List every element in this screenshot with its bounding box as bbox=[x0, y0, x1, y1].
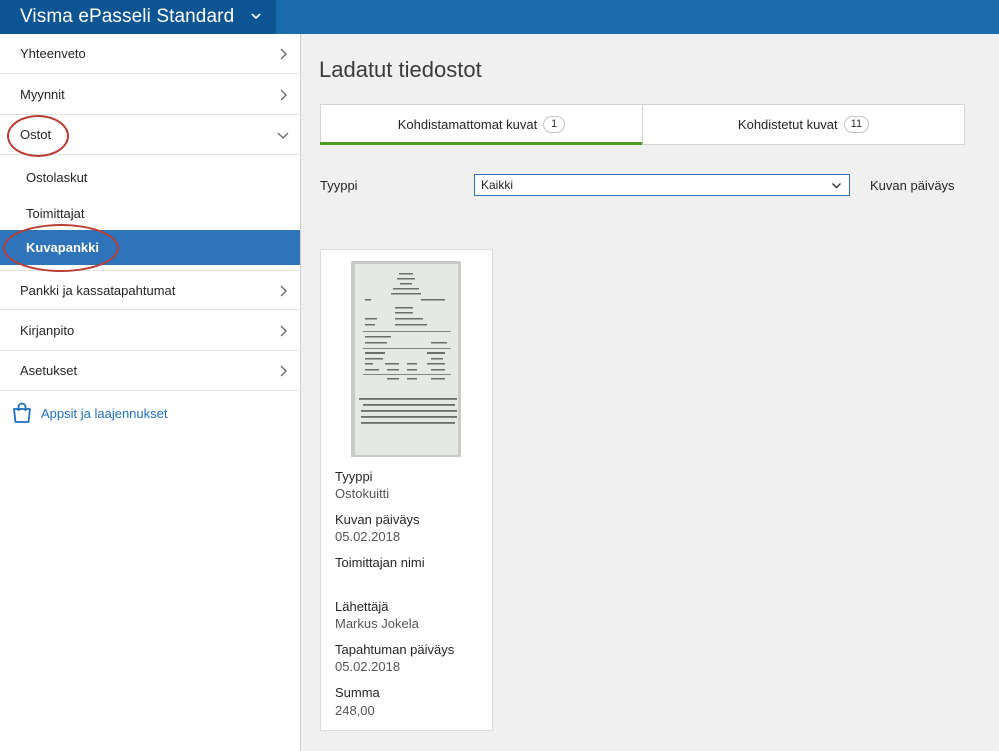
apps-link-label: Appsit ja laajennukset bbox=[41, 405, 168, 421]
type-filter-select[interactable]: Kaikki bbox=[474, 174, 850, 196]
chevron-right-icon bbox=[280, 365, 287, 377]
image-date-filter-label: Kuvan päiväys bbox=[870, 178, 955, 193]
card-type-value: Ostokuitti bbox=[335, 486, 390, 501]
sidebar-item-label: Pankki ja kassatapahtumat bbox=[20, 282, 176, 298]
receipt-thumbnail-graphic bbox=[351, 261, 461, 457]
sidebar: Yhteenveto Myynnit Ostot Ostolaskut Toim… bbox=[0, 34, 301, 751]
card-image-date-label: Kuvan päiväys bbox=[335, 512, 420, 527]
sidebar-item-kirjanpito[interactable]: Kirjanpito bbox=[0, 311, 300, 351]
apps-and-extensions-link[interactable]: Appsit ja laajennukset bbox=[12, 400, 167, 426]
chevron-right-icon bbox=[280, 48, 287, 60]
card-amount-value: 248,00 bbox=[335, 703, 375, 718]
sidebar-item-myynnit[interactable]: Myynnit bbox=[0, 75, 300, 115]
card-amount-label: Summa bbox=[335, 685, 380, 700]
sidebar-item-label: Ostot bbox=[20, 127, 52, 142]
sidebar-item-label: Myynnit bbox=[20, 87, 65, 102]
chevron-down-icon bbox=[277, 132, 289, 139]
chevron-down-icon bbox=[832, 183, 841, 189]
sidebar-subitem-label: Kuvapankki bbox=[26, 240, 99, 255]
card-transaction-date-label: Tapahtuman päiväys bbox=[335, 642, 455, 657]
card-sender-value: Markus Jokela bbox=[335, 616, 419, 631]
receipt-thumbnail bbox=[351, 261, 461, 457]
tab-unallocated-images[interactable]: Kohdistamattomat kuvat 1 bbox=[320, 105, 642, 145]
count-badge: 11 bbox=[843, 116, 870, 133]
card-type-label: Tyyppi bbox=[335, 469, 373, 484]
chevron-right-icon bbox=[280, 325, 287, 337]
card-sender-label: Lähettäjä bbox=[335, 599, 389, 614]
tab-label: Kohdistamattomat kuvat bbox=[397, 117, 538, 132]
type-filter-value: Kaikki bbox=[481, 178, 514, 192]
tab-label: Kohdistetut kuvat bbox=[737, 117, 838, 132]
sidebar-subitem-label: Toimittajat bbox=[26, 205, 85, 221]
card-supplier-label: Toimittajan nimi bbox=[335, 555, 425, 570]
sidebar-item-asetukset[interactable]: Asetukset bbox=[0, 351, 300, 391]
image-card[interactable]: Tyyppi Ostokuitti Kuvan päiväys 05.02.20… bbox=[320, 249, 493, 731]
card-image-date-value: 05.02.2018 bbox=[335, 529, 401, 544]
shopping-bag-icon bbox=[13, 402, 31, 423]
sidebar-item-label: Kirjanpito bbox=[20, 323, 75, 338]
sidebar-item-ostot[interactable]: Ostot bbox=[0, 115, 300, 155]
sidebar-item-pankki[interactable]: Pankki ja kassatapahtumat bbox=[0, 270, 300, 310]
app-title: Visma ePasseli Standard bbox=[20, 6, 235, 27]
sidebar-subitem-kuvapankki[interactable]: Kuvapankki bbox=[0, 230, 300, 265]
card-transaction-date-value: 05.02.2018 bbox=[335, 659, 401, 674]
count-badge: 1 bbox=[543, 116, 566, 133]
chevron-down-icon bbox=[251, 13, 261, 20]
sidebar-item-label: Yhteenveto bbox=[20, 46, 86, 61]
page-title: Ladatut tiedostot bbox=[319, 57, 482, 82]
sidebar-subitem-label: Ostolaskut bbox=[26, 169, 88, 185]
sidebar-subitem-ostolaskut[interactable]: Ostolaskut bbox=[0, 158, 300, 196]
sidebar-subitem-toimittajat[interactable]: Toimittajat bbox=[0, 194, 300, 232]
top-bar: Visma ePasseli Standard bbox=[0, 0, 999, 34]
sidebar-item-label: Asetukset bbox=[20, 363, 78, 378]
app-switcher[interactable]: Visma ePasseli Standard bbox=[0, 0, 276, 34]
sidebar-item-yhteenveto[interactable]: Yhteenveto bbox=[0, 34, 300, 74]
image-tabs: Kohdistamattomat kuvat 1 Kohdistetut kuv… bbox=[320, 104, 965, 145]
chevron-right-icon bbox=[280, 285, 287, 297]
type-filter-label: Tyyppi bbox=[320, 178, 358, 193]
chevron-right-icon bbox=[280, 89, 287, 101]
tab-allocated-images[interactable]: Kohdistetut kuvat 11 bbox=[642, 105, 964, 144]
